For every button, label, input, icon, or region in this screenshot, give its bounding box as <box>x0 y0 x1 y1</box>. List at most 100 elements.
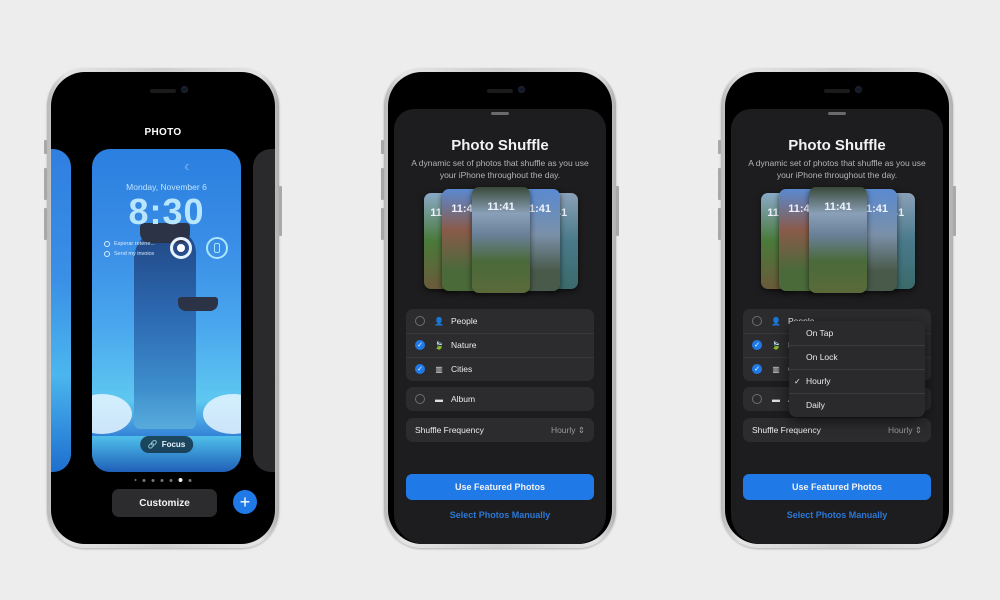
volume-down-button <box>44 208 47 240</box>
shuffle-frequency-row[interactable]: Shuffle Frequency Hourly ⇕ <box>743 418 931 442</box>
checkmark-circle-icon[interactable]: ✓ <box>752 364 762 374</box>
up-down-chevron-icon: ⇕ <box>577 424 585 435</box>
checkmark-circle-icon[interactable]: ✓ <box>752 340 762 350</box>
album-icon: ▬ <box>435 394 443 404</box>
preview-photo-card: 11:41 <box>809 187 867 293</box>
reminder-item: Send my invoice <box>104 249 155 259</box>
checkmark-icon: ✓ <box>794 376 801 386</box>
page-dot <box>188 478 192 482</box>
next-wallpaper-preview[interactable] <box>253 149 275 472</box>
sheet-description: A dynamic set of photos that shuffle as … <box>748 158 926 180</box>
preview-photo-card: 11:41 <box>472 187 530 293</box>
lock-time: 8:30 <box>128 191 205 232</box>
album-group: ▬ Album <box>406 387 594 411</box>
sheet-description: A dynamic set of photos that shuffle as … <box>411 158 589 180</box>
frequency-group: Shuffle Frequency Hourly ⇕ <box>743 418 931 442</box>
phone-photo-shuffle: Photo Shuffle A dynamic set of photos th… <box>381 68 619 548</box>
shuffle-frequency-value[interactable]: Hourly ⇕ <box>551 425 585 436</box>
select-photos-manually-link[interactable]: Select Photos Manually <box>394 510 606 520</box>
building-icon: ▥ <box>772 364 780 374</box>
leaf-icon: 🍃 <box>771 340 781 350</box>
select-photos-manually-link[interactable]: Select Photos Manually <box>731 510 943 520</box>
frequency-group: Shuffle Frequency Hourly ⇕ <box>406 418 594 442</box>
current-wallpaper-preview[interactable]: ☾ Monday, November 6 8:30 Esperar retene… <box>92 149 241 472</box>
watch-battery-widget-icon <box>206 237 228 259</box>
photo-shuffle-sheet: Photo Shuffle A dynamic set of photos th… <box>731 109 943 544</box>
sheet-title: Photo Shuffle <box>451 137 549 154</box>
speaker <box>487 89 513 93</box>
side-button <box>279 186 282 236</box>
add-wallpaper-button[interactable]: + <box>233 490 257 514</box>
category-list: 👤 People ✓ 🍃 Nature ✓ ▥ Cities <box>406 309 594 381</box>
album-icon: ▬ <box>772 394 780 404</box>
photo-preview-stack: 11:4 41 11:4 1:41 11:41 <box>424 187 578 293</box>
unchecked-circle-icon[interactable] <box>415 316 425 326</box>
volume-down-button <box>718 208 721 240</box>
previous-wallpaper-preview[interactable] <box>51 149 71 472</box>
screen: Photo Shuffle A dynamic set of photos th… <box>725 72 949 544</box>
menu-item-daily[interactable]: Daily <box>789 393 925 417</box>
category-row-nature[interactable]: ✓ 🍃 Nature <box>406 333 594 357</box>
phone-photo-shuffle-menu: Photo Shuffle A dynamic set of photos th… <box>718 68 956 548</box>
focus-link-button[interactable]: 🔗 Focus <box>139 436 194 453</box>
checkmark-circle-icon[interactable]: ✓ <box>415 364 425 374</box>
leaf-icon: 🍃 <box>434 340 444 350</box>
reminder-circle-icon <box>104 251 110 257</box>
unchecked-circle-icon[interactable] <box>752 394 762 404</box>
sheet-grabber[interactable] <box>491 112 509 115</box>
mute-switch <box>381 140 384 154</box>
photo-shuffle-sheet: Photo Shuffle A dynamic set of photos th… <box>394 109 606 544</box>
page-dot <box>142 478 146 482</box>
reminder-item: Esperar retene... <box>104 239 155 249</box>
page-dot <box>169 478 173 482</box>
side-button <box>953 186 956 236</box>
sheet-grabber[interactable] <box>828 112 846 115</box>
wallpaper-pagoda-art <box>178 297 218 311</box>
sheet-title: Photo Shuffle <box>788 137 886 154</box>
checkmark-circle-icon[interactable]: ✓ <box>415 340 425 350</box>
building-icon: ▥ <box>435 364 443 374</box>
activity-ring-widget-icon <box>170 237 192 259</box>
front-camera <box>855 86 862 93</box>
category-row-cities[interactable]: ✓ ▥ Cities <box>406 357 594 381</box>
volume-up-button <box>718 168 721 200</box>
use-featured-photos-button[interactable]: Use Featured Photos <box>743 474 931 500</box>
shuffle-frequency-value[interactable]: Hourly ⇕ <box>888 425 922 436</box>
wallpaper-cloud-art <box>203 394 241 434</box>
reminder-circle-icon <box>104 241 110 247</box>
speaker <box>824 89 850 93</box>
front-camera <box>518 86 525 93</box>
category-row-people[interactable]: 👤 People <box>406 309 594 333</box>
link-icon: 🔗 <box>147 440 158 449</box>
speaker <box>150 89 176 93</box>
screen: Photo Shuffle A dynamic set of photos th… <box>388 72 612 544</box>
frequency-dropdown-menu: On Tap On Lock ✓ Hourly Daily <box>789 321 925 417</box>
album-row[interactable]: ▬ Album <box>406 387 594 411</box>
page-dot <box>151 478 155 482</box>
menu-item-on-lock[interactable]: On Lock <box>789 345 925 369</box>
up-down-chevron-icon: ⇕ <box>914 424 922 435</box>
use-featured-photos-button[interactable]: Use Featured Photos <box>406 474 594 500</box>
mute-switch <box>44 140 47 154</box>
shuffle-frequency-row[interactable]: Shuffle Frequency Hourly ⇕ <box>406 418 594 442</box>
page-dot <box>160 478 164 482</box>
front-camera <box>181 86 188 93</box>
customize-button[interactable]: Customize <box>112 489 217 517</box>
volume-up-button <box>44 168 47 200</box>
moon-icon: ☾ <box>184 163 192 172</box>
menu-item-on-tap[interactable]: On Tap <box>789 321 925 345</box>
page-indicator[interactable] <box>134 478 192 482</box>
person-icon: 👤 <box>434 316 444 326</box>
screen: PHOTO ☾ Monday, November 6 8:30 Esperar … <box>51 72 275 544</box>
phone-lock-screen-gallery: PHOTO ☾ Monday, November 6 8:30 Esperar … <box>44 68 282 548</box>
menu-item-hourly[interactable]: ✓ Hourly <box>789 369 925 393</box>
unchecked-circle-icon[interactable] <box>415 394 425 404</box>
volume-down-button <box>381 208 384 240</box>
person-icon: 👤 <box>771 316 781 326</box>
unchecked-circle-icon[interactable] <box>752 316 762 326</box>
page-dot-active <box>178 478 183 482</box>
photo-preview-stack: 11:4 41 11:4 1:41 11:41 <box>761 187 915 293</box>
page-dot <box>134 479 137 481</box>
wallpaper-type-label: PHOTO <box>144 127 182 138</box>
side-button <box>616 186 619 236</box>
